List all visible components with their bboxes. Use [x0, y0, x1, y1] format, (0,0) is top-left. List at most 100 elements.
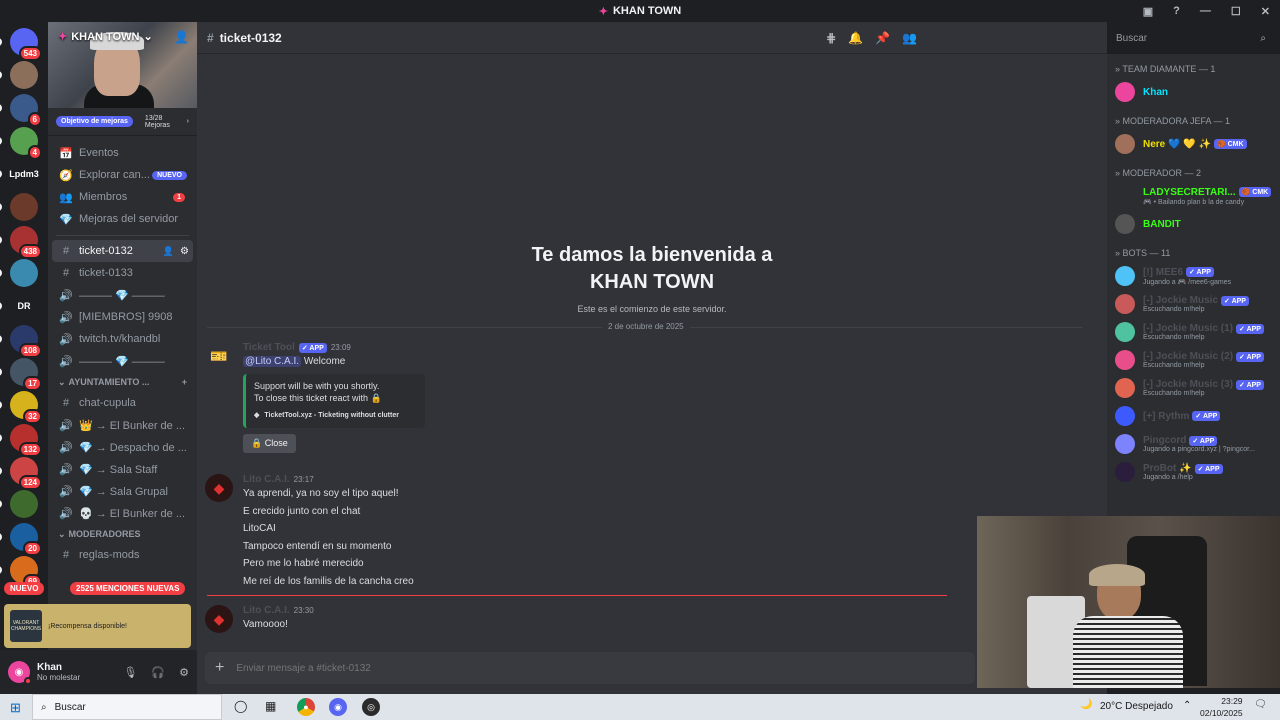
user-avatar[interactable]: ◉ — [8, 661, 32, 685]
channel-item[interactable]: 🔊 💀 → El Bunker de ... — [48, 502, 197, 524]
member-item[interactable]: Pingcord ✓ APP Jugando a pingcord.xyz | ?p… — [1107, 430, 1280, 458]
server-icon[interactable] — [0, 61, 38, 89]
microphone-icon[interactable]: 🎙 — [123, 666, 137, 679]
weather-text[interactable]: 20°C Despejado — [1100, 701, 1173, 712]
server-icon[interactable]: 438 — [0, 226, 42, 259]
author-name[interactable]: Lito C.A.I. — [243, 605, 290, 616]
member-item[interactable]: ProBot ✨ ✓ APP Jugando a /help — [1107, 458, 1280, 486]
server-icon[interactable]: 108 — [0, 325, 42, 358]
server-name-header[interactable]: ✦ KHAN TOWN ⌄ — [58, 30, 153, 44]
server-icon[interactable] — [0, 490, 38, 518]
add-attachment-icon[interactable]: + — [215, 659, 224, 677]
message-input[interactable] — [236, 662, 965, 674]
nav-item[interactable]: 💎 Mejoras del servidor — [48, 208, 197, 230]
member-item[interactable]: BANDIT — [1107, 210, 1280, 238]
member-item[interactable]: [-] Jockie Music (2) ✓ APP Escuchando m!he… — [1107, 346, 1280, 374]
nav-item[interactable]: 📅 Eventos — [48, 142, 197, 164]
server-icon[interactable]: Lpdm3 — [0, 160, 39, 188]
server-icon[interactable]: 6 — [0, 94, 42, 127]
user-mention[interactable]: @Lito C.A.I. — [243, 356, 302, 367]
server-icon[interactable]: DR — [0, 292, 38, 320]
task-view-icon[interactable]: ◯ — [234, 699, 247, 713]
taskbar-search[interactable]: ⌕ Buscar — [32, 694, 222, 720]
nav-item[interactable]: 👥 Miembros 1 — [48, 186, 197, 208]
user-info[interactable]: Khan No molestar — [37, 662, 80, 682]
settings-icon[interactable]: ⚙ — [180, 246, 189, 257]
settings-icon[interactable]: ⚙ — [179, 666, 189, 679]
channel-item[interactable]: 🔊 💎 → Despacho de ... — [48, 436, 197, 458]
notification-icon[interactable]: 🗨 — [1254, 699, 1267, 710]
channel-item[interactable]: 🔊 ——— 💎 ——— — [48, 284, 197, 306]
channel-item[interactable]: 🔊 💎 → Sala Grupal — [48, 480, 197, 502]
author-name[interactable]: Lito C.A.I. — [243, 474, 290, 485]
boost-progress[interactable]: Objetivo de mejoras 13/28 Mejoras › — [48, 108, 197, 136]
invite-icon[interactable]: 👤 — [174, 30, 189, 44]
category-ayuntamiento[interactable]: ⌄ AYUNTAMIENTO ... + — [48, 372, 197, 392]
invite-icon[interactable]: 👤 — [163, 246, 174, 257]
member-item[interactable]: LADYSECRETARI... 🏀 CMK 🎮 • Bailando plan b… — [1107, 182, 1280, 210]
server-icon[interactable]: 32 — [0, 391, 42, 424]
chrome-icon[interactable]: ● — [297, 698, 315, 716]
server-icon[interactable]: 4 — [0, 127, 42, 160]
server-icon[interactable]: 20 — [0, 523, 42, 556]
clock[interactable]: 23:29 02/10/2025 — [1200, 695, 1243, 719]
window-controls: ▣ ? — ☐ ✕ — [1143, 0, 1270, 22]
server-icon[interactable] — [0, 259, 38, 287]
member-item[interactable]: [-] Jockie Music (1) ✓ APP Escuchando m!he… — [1107, 318, 1280, 346]
pin-icon[interactable]: 📌 — [875, 31, 890, 45]
category-moderadores[interactable]: ⌄ MODERADORES — [48, 524, 197, 544]
new-mentions-pill[interactable]: 2525 MENCIONES NUEVAS — [70, 582, 186, 595]
close-icon[interactable]: ✕ — [1261, 5, 1270, 18]
add-channel-icon[interactable]: + — [182, 377, 187, 387]
search-icon: ⌕ — [1260, 32, 1266, 44]
help-icon[interactable]: ? — [1173, 5, 1180, 17]
member-item[interactable]: Khan — [1107, 78, 1280, 106]
member-item[interactable]: [-] Jockie Music (3) ✓ APP Escuchando m!he… — [1107, 374, 1280, 402]
widgets-icon[interactable]: ▦ — [265, 699, 276, 713]
member-item[interactable]: [-] Jockie Music ✓ APP Escuchando m!help — [1107, 290, 1280, 318]
headphones-icon[interactable]: 🎧 — [151, 666, 165, 679]
member-item[interactable]: [+] Rythm ✓ APP — [1107, 402, 1280, 430]
author-name[interactable]: Ticket Tool — [243, 342, 295, 353]
channel-item[interactable]: # chat-cupula — [48, 392, 197, 414]
windows-start-icon[interactable]: ⊞ — [10, 700, 21, 716]
server-icon[interactable]: 124 — [0, 457, 42, 490]
channel-item[interactable]: 🔊 ——— 💎 ——— — [48, 350, 197, 372]
channel-label: 💎 → Despacho de ... — [79, 441, 187, 454]
promo-banner[interactable]: VALORANT CHAMPIONS ¡Recompensa disponibl… — [4, 604, 191, 648]
maximize-icon[interactable]: ☐ — [1231, 5, 1241, 18]
member-tag: 🏀 CMK — [1213, 139, 1247, 149]
server-icon[interactable]: 69 — [0, 556, 42, 589]
channel-item[interactable]: 🔊 💎 → Sala Staff — [48, 458, 197, 480]
nav-badge: NUEVO — [152, 170, 187, 180]
tray-chevron-icon[interactable]: ⌃ — [1183, 700, 1191, 711]
search-box[interactable]: Buscar ⌕ — [1110, 28, 1272, 48]
bell-icon[interactable]: 🔔 — [848, 31, 863, 45]
threads-icon[interactable]: ⋕ — [826, 31, 836, 45]
channel-item[interactable]: # ticket-0132 👤 ⚙ — [52, 240, 193, 262]
user-avatar[interactable]: ◆ — [205, 474, 233, 502]
channel-item[interactable]: 🔊 twitch.tv/khandbl — [48, 328, 197, 350]
inbox-icon[interactable]: ▣ — [1143, 5, 1153, 18]
obs-icon[interactable]: ◎ — [362, 698, 380, 716]
message-line: Tampoco entendí en su momento — [243, 540, 392, 552]
minimize-icon[interactable]: — — [1200, 5, 1211, 17]
member-item[interactable]: [!] MEE6 ✓ APP Jugando a 🎮 /mee6-games — [1107, 262, 1280, 290]
close-ticket-button[interactable]: 🔒 Close — [243, 433, 296, 453]
channel-item[interactable]: 🔊 👑 → El Bunker de ... — [48, 414, 197, 436]
server-icon[interactable]: 132 — [0, 424, 42, 457]
new-servers-pill[interactable]: NUEVO — [4, 582, 45, 595]
server-icon[interactable]: 17 — [0, 358, 42, 391]
user-avatar[interactable]: ◆ — [205, 605, 233, 633]
server-icon[interactable] — [0, 193, 38, 221]
members-icon[interactable]: 👥 — [902, 31, 917, 45]
channel-item[interactable]: # ticket-0133 — [48, 262, 197, 284]
nav-item[interactable]: 🧭 Explorar can... NUEVO — [48, 164, 197, 186]
bot-avatar[interactable]: 🎫 — [205, 342, 233, 370]
channel-item[interactable]: 🔊 [MIEMBROS] 9908 — [48, 306, 197, 328]
member-item[interactable]: Nere 💙 💛 ✨ 🏀 CMK — [1107, 130, 1280, 158]
channel-reglas-mods[interactable]: # reglas-mods — [48, 544, 197, 566]
discord-taskbar-icon[interactable]: ◉ — [329, 698, 347, 716]
server-icon[interactable]: 543 — [0, 28, 42, 61]
server-banner[interactable]: ✦ KHAN TOWN ⌄ 👤 — [48, 22, 197, 108]
